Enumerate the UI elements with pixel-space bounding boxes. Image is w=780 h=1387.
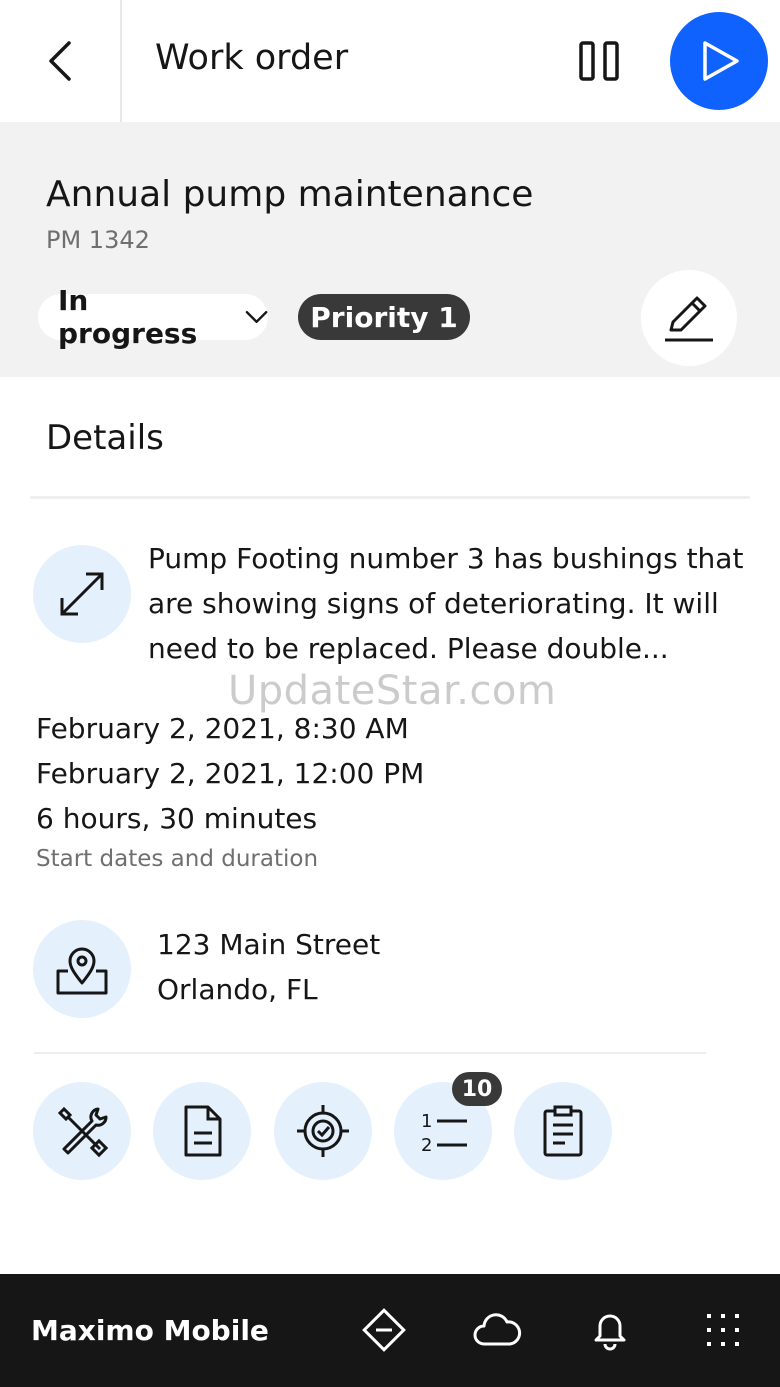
attachments-button[interactable] bbox=[153, 1082, 251, 1180]
details-heading: Details bbox=[46, 418, 164, 458]
nav-sync-button[interactable] bbox=[471, 1304, 523, 1356]
work-order-summary: Annual pump maintenance PM 1342 In progr… bbox=[0, 122, 780, 377]
play-icon bbox=[703, 41, 739, 81]
back-button[interactable] bbox=[0, 0, 122, 122]
nav-apps-button[interactable] bbox=[697, 1304, 749, 1356]
work-order-description: Pump Footing number 3 has bushings that … bbox=[148, 542, 744, 665]
dates-caption: Start dates and duration bbox=[36, 846, 319, 872]
page-title: Work order bbox=[155, 38, 349, 78]
maximize-icon bbox=[60, 572, 104, 616]
document-icon bbox=[184, 1105, 222, 1157]
work-order-title: Annual pump maintenance bbox=[46, 174, 534, 215]
map-direction-icon bbox=[362, 1308, 406, 1352]
status-dropdown[interactable]: In progress bbox=[38, 284, 268, 350]
app-brand: Maximo Mobile bbox=[31, 1314, 269, 1347]
start-work-button[interactable] bbox=[670, 12, 768, 110]
address: 123 Main Street Orlando, FL bbox=[157, 922, 380, 1012]
pause-icon bbox=[579, 41, 619, 81]
tasks-count-badge: 10 bbox=[452, 1072, 502, 1106]
app-grid-icon bbox=[707, 1314, 739, 1346]
pause-button[interactable] bbox=[570, 32, 628, 90]
divider bbox=[30, 496, 750, 499]
nav-map-button[interactable] bbox=[358, 1304, 410, 1356]
dates-block: February 2, 2021, 8:30 AM February 2, 20… bbox=[36, 706, 424, 841]
priority-label: Priority 1 bbox=[310, 300, 458, 334]
expand-description-button[interactable] bbox=[33, 545, 131, 643]
location-button[interactable] bbox=[33, 920, 131, 1018]
chevron-left-icon bbox=[49, 41, 71, 81]
bell-icon bbox=[594, 1314, 626, 1351]
clipboard-icon bbox=[543, 1105, 583, 1157]
address-line-1: 123 Main Street bbox=[157, 928, 381, 961]
duration: 6 hours, 30 minutes bbox=[36, 802, 318, 835]
tools-icon bbox=[57, 1106, 109, 1158]
end-date: February 2, 2021, 12:00 PM bbox=[36, 757, 425, 790]
target-check-icon bbox=[297, 1105, 349, 1157]
nav-notifications-button[interactable] bbox=[584, 1304, 636, 1356]
address-line-2: Orlando, FL bbox=[157, 973, 318, 1006]
divider bbox=[34, 1052, 706, 1054]
status-label: In progress bbox=[58, 284, 198, 350]
asset-button[interactable] bbox=[274, 1082, 372, 1180]
chevron-down-icon bbox=[245, 310, 268, 324]
work-order-id: PM 1342 bbox=[46, 226, 150, 254]
app-header: Work order bbox=[0, 0, 780, 122]
cloud-icon bbox=[473, 1313, 522, 1346]
svg-text:1: 1 bbox=[421, 1111, 432, 1132]
svg-text:2: 2 bbox=[421, 1135, 432, 1156]
start-date: February 2, 2021, 8:30 AM bbox=[36, 712, 409, 745]
report-button[interactable] bbox=[514, 1082, 612, 1180]
list-numbered-icon: 1 2 bbox=[421, 1111, 467, 1156]
pencil-icon bbox=[665, 296, 713, 342]
priority-badge: Priority 1 bbox=[298, 294, 470, 340]
tools-button[interactable] bbox=[33, 1082, 131, 1180]
edit-button[interactable] bbox=[641, 270, 737, 366]
bottom-nav-bar: Maximo Mobile bbox=[0, 1274, 780, 1387]
location-pin-icon bbox=[56, 947, 108, 995]
